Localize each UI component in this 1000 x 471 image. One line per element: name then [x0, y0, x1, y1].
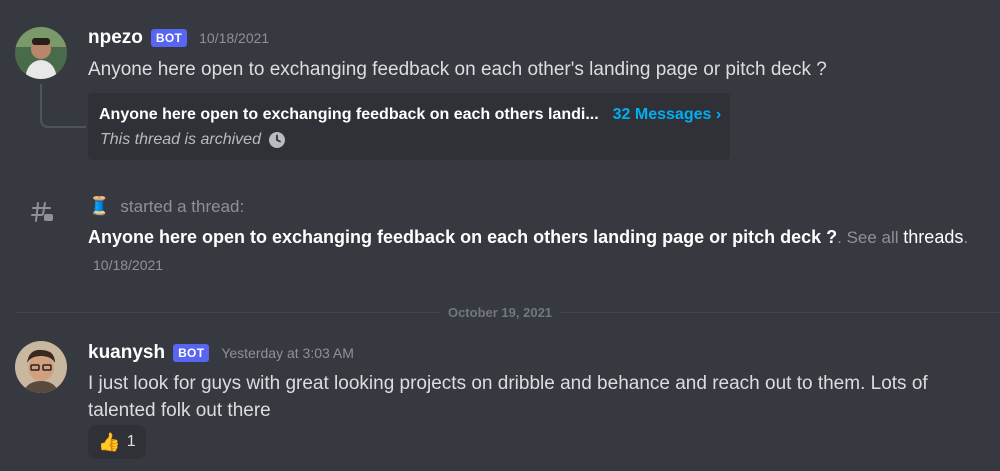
see-all-suffix: .: [963, 228, 969, 247]
chevron-right-icon: ›: [715, 106, 722, 123]
bot-badge: BOT: [150, 29, 188, 47]
see-all-prefix: . See all: [837, 228, 904, 247]
bot-badge: BOT: [173, 344, 210, 362]
system-timestamp: 10/18/2021: [93, 257, 164, 273]
thumbs-up-icon: 👍: [98, 431, 121, 452]
see-all-threads-link[interactable]: threads: [903, 227, 963, 247]
message-text-line: I just look for guys with great looking …: [88, 373, 928, 394]
thread-title: Anyone here open to exchanging feedback …: [99, 106, 599, 123]
username[interactable]: kuanysh: [88, 342, 165, 364]
reaction-thumbs-up[interactable]: 👍 1: [88, 425, 146, 459]
system-thread-name[interactable]: Anyone here open to exchanging feedback …: [88, 227, 837, 247]
message-timestamp: 10/18/2021: [199, 30, 270, 46]
message-text-line: talented folk out there: [88, 400, 271, 421]
thread-connector: [40, 84, 86, 128]
thread-preview-card[interactable]: Anyone here open to exchanging feedback …: [88, 93, 730, 160]
avatar[interactable]: [15, 341, 67, 393]
system-action-text: started a thread:: [120, 196, 245, 216]
clock-icon: [268, 132, 285, 148]
thread-hash-icon: [31, 200, 55, 224]
username[interactable]: npezo: [88, 27, 143, 49]
message-text: I just look for guys with great looking …: [88, 370, 988, 424]
thread-message-count[interactable]: 32 Messages ›: [613, 106, 722, 124]
avatar[interactable]: [15, 27, 67, 79]
message-timestamp: Yesterday at 3:03 AM: [221, 345, 354, 361]
message-text: Anyone here open to exchanging feedback …: [88, 59, 827, 80]
reaction-count: 1: [126, 433, 136, 450]
date-divider-label: October 19, 2021: [439, 305, 561, 320]
thread-archived-status: This thread is archived: [100, 131, 261, 148]
thread-emoji: 🧵: [88, 196, 111, 216]
